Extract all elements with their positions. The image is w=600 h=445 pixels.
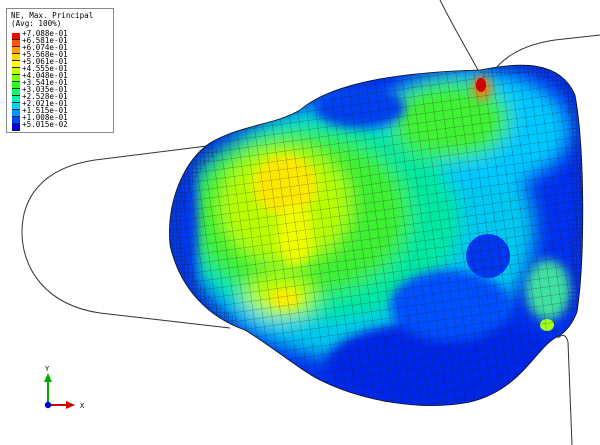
legend-color-bar [12,32,20,131]
legend-swatch [12,81,20,89]
legend-swatch [12,60,20,68]
triad-y-arrowhead [44,373,52,382]
legend-scale: +7.088e-01 +6.581e-01 +6.074e-01 +5.568e-01… [11,29,109,131]
contour-legend: NE, Max. Principal (Avg: 100%) +7.088e-0… [6,8,114,133]
legend-swatch [12,74,20,82]
deformed-body [169,65,583,406]
triad-z-axis [44,401,52,409]
legend-value: +5.015e-02 [22,119,68,129]
legend-swatch [12,95,20,103]
legend-swatch [12,32,20,40]
legend-swatch [12,116,20,124]
legend-swatch [12,67,20,75]
axis-triad: Y X [44,365,85,410]
legend-swatch [12,88,20,96]
mesh-overlay [169,65,583,406]
legend-value-list: +7.088e-01 +6.581e-01 +6.074e-01 +5.568e-01… [22,29,109,129]
triad-x-arrowhead [66,401,75,409]
legend-swatch [12,39,20,47]
legend-swatch [12,53,20,61]
triad-x-label: X [80,402,85,410]
legend-swatch [12,102,20,110]
lower-right-tool-outline [557,334,573,445]
triad-y-label: Y [45,365,50,373]
legend-swatch [12,123,20,131]
legend-swatch [12,109,20,117]
legend-swatch [12,46,20,54]
legend-subtitle: (Avg: 100%) [11,19,62,29]
